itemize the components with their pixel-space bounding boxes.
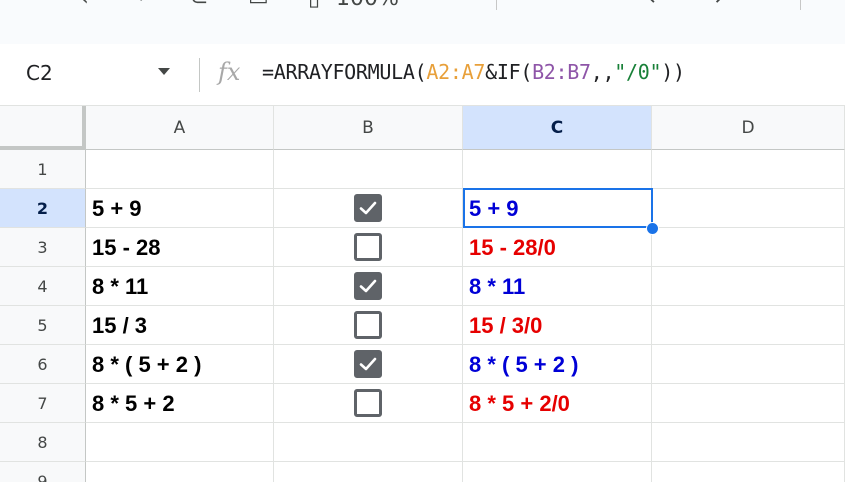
arrow-left-icon[interactable]: ←	[648, 0, 666, 11]
cell-c4[interactable]: 8 * 11	[463, 267, 652, 306]
chevron-down-icon[interactable]	[158, 68, 170, 75]
checkmark-icon	[359, 279, 377, 293]
checkbox-unchecked[interactable]	[354, 389, 382, 417]
cell-c5[interactable]: 15 / 3/0	[463, 306, 652, 345]
select-all-corner[interactable]	[0, 106, 86, 150]
row-header-1[interactable]: 1	[0, 150, 86, 189]
cell-d7[interactable]	[652, 384, 845, 423]
cell-c7[interactable]: 8 * 5 + 2/0	[463, 384, 652, 423]
cell-c3[interactable]: 15 - 28/0	[463, 228, 652, 267]
cell-d2[interactable]	[652, 189, 845, 228]
column-header-a[interactable]: A	[86, 106, 274, 150]
cell-b6[interactable]	[274, 345, 463, 384]
cell-b5[interactable]	[274, 306, 463, 345]
cell-d9[interactable]	[652, 462, 845, 482]
cell-b4[interactable]	[274, 267, 463, 306]
checkbox-unchecked[interactable]	[354, 233, 382, 261]
row-header-4[interactable]: 4	[0, 267, 86, 306]
formula-string: "/0"	[614, 60, 662, 84]
checkbox-checked[interactable]	[354, 350, 382, 378]
cell-a5[interactable]: 15 / 3	[86, 306, 274, 345]
cell-a4[interactable]: 8 * 11	[86, 267, 274, 306]
formula-prefix: =ARRAYFORMULA(	[262, 60, 427, 84]
row-header-2[interactable]: 2	[0, 189, 86, 228]
cell-a2[interactable]: 5 + 9	[86, 189, 274, 228]
checkbox-checked[interactable]	[354, 194, 382, 222]
cell-d4[interactable]	[652, 267, 845, 306]
column-header-c[interactable]: C	[463, 106, 652, 150]
formula-bar-divider	[199, 58, 200, 92]
fill-handle[interactable]	[646, 222, 659, 235]
row-header-6[interactable]: 6	[0, 345, 86, 384]
row-header-7[interactable]: 7	[0, 384, 86, 423]
row-header-9[interactable]: 9	[0, 462, 86, 482]
checkmark-icon	[359, 357, 377, 371]
formula-sep: ,,	[590, 60, 615, 84]
checkbox-checked[interactable]	[354, 272, 382, 300]
name-box-value: C2	[26, 61, 53, 85]
toolbar-divider	[496, 0, 497, 10]
cell-c6[interactable]: 8 * ( 5 + 2 )	[463, 345, 652, 384]
formula-input[interactable]: =ARRAYFORMULA(A2:A7&IF(B2:B7,,"/0"))	[262, 60, 685, 84]
cell-d3[interactable]	[652, 228, 845, 267]
paint-format-icon[interactable]: ▭	[248, 0, 269, 11]
format-icon[interactable]: ▯	[308, 0, 320, 11]
cell-c8[interactable]	[463, 423, 652, 462]
cell-c2[interactable]: 5 + 9	[463, 189, 652, 228]
checkbox-unchecked[interactable]	[354, 311, 382, 339]
cell-c1[interactable]	[463, 150, 652, 189]
row-header-5[interactable]: 5	[0, 306, 86, 345]
cell-c9[interactable]	[463, 462, 652, 482]
formula-range-b: B2:B7	[532, 60, 591, 84]
spreadsheet-grid: ABCD125 + 95 + 9 3 15 - 28 15 - 28/0 4 8 * 11…	[0, 106, 845, 482]
checkmark-icon	[359, 201, 377, 215]
zoom-select[interactable]: 100%	[336, 0, 399, 11]
print-icon[interactable]: ⊂	[190, 0, 208, 11]
cell-d5[interactable]	[652, 306, 845, 345]
formula-range-a: A2:A7	[426, 60, 486, 84]
row-header-3[interactable]: 3	[0, 228, 86, 267]
cell-b3[interactable]	[274, 228, 463, 267]
cell-b9[interactable]	[274, 462, 463, 482]
formula-mid: &IF(	[485, 60, 533, 84]
toolbar-divider	[800, 0, 801, 10]
fx-icon: fx	[218, 58, 241, 86]
formula-suffix: ))	[661, 60, 685, 84]
cell-b8[interactable]	[274, 423, 463, 462]
cell-d6[interactable]	[652, 345, 845, 384]
column-header-d[interactable]: D	[652, 106, 845, 150]
cell-a6[interactable]: 8 * ( 5 + 2 )	[86, 345, 274, 384]
name-box[interactable]: C2	[0, 44, 190, 106]
column-header-b[interactable]: B	[274, 106, 463, 150]
undo-icon[interactable]: ‹	[80, 0, 89, 11]
cell-b7[interactable]	[274, 384, 463, 423]
cell-a9[interactable]	[86, 462, 274, 482]
arrow-right-icon[interactable]: →	[704, 0, 722, 11]
cell-b2[interactable]	[274, 189, 463, 228]
formula-bar: C2 fx =ARRAYFORMULA(A2:A7&IF(B2:B7,,"/0"…	[0, 44, 845, 106]
cell-a7[interactable]: 8 * 5 + 2	[86, 384, 274, 423]
redo-icon[interactable]: ↶	[136, 0, 154, 11]
cell-b1[interactable]	[274, 150, 463, 189]
cell-d8[interactable]	[652, 423, 845, 462]
cell-a3[interactable]: 15 - 28	[86, 228, 274, 267]
cell-d1[interactable]	[652, 150, 845, 189]
cell-a8[interactable]	[86, 423, 274, 462]
toolbar: ‹ ↶ ⊂ ▭ ▯ 100% ← →	[0, 0, 845, 44]
row-header-8[interactable]: 8	[0, 423, 86, 462]
cell-a1[interactable]	[86, 150, 274, 189]
